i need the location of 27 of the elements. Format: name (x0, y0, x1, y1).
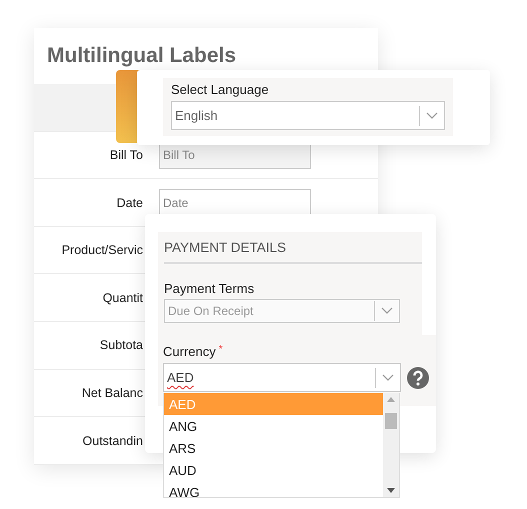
chevron-down-icon (382, 374, 394, 382)
currency-combobox[interactable]: AED (163, 363, 401, 392)
field-label: Payment Terms (164, 281, 256, 296)
scrollbar[interactable] (383, 393, 399, 497)
dropdown-option[interactable]: ANG (164, 415, 383, 437)
page-title: Multilingual Labels (46, 42, 238, 69)
field-label: Net Balanc (82, 386, 143, 400)
chevron-down-icon (426, 112, 438, 120)
field-label: Select Language (171, 82, 270, 97)
dropdown-option[interactable]: AWG (164, 481, 383, 497)
field-label: Product/Servic (62, 243, 143, 258)
field-label: Currency * (163, 344, 224, 359)
field-label: Subtota (100, 338, 143, 352)
scroll-down-icon[interactable] (387, 488, 395, 493)
dropdown-option[interactable]: ARS (164, 437, 383, 459)
section-heading: PAYMENT DETAILS (164, 232, 422, 264)
scroll-up-icon[interactable] (387, 397, 395, 402)
field-label: Bill To (110, 148, 143, 162)
chevron-down-icon (381, 307, 393, 315)
scrollbar-thumb[interactable] (385, 413, 397, 429)
language-select[interactable]: English (171, 101, 445, 130)
dropdown-option[interactable]: AUD (164, 459, 383, 481)
field-label: Date (116, 196, 143, 210)
field-label: Outstandin (82, 434, 143, 448)
help-icon[interactable] (407, 366, 429, 388)
input-field[interactable]: Date (159, 188, 311, 217)
field-label: Quantit (102, 290, 143, 305)
